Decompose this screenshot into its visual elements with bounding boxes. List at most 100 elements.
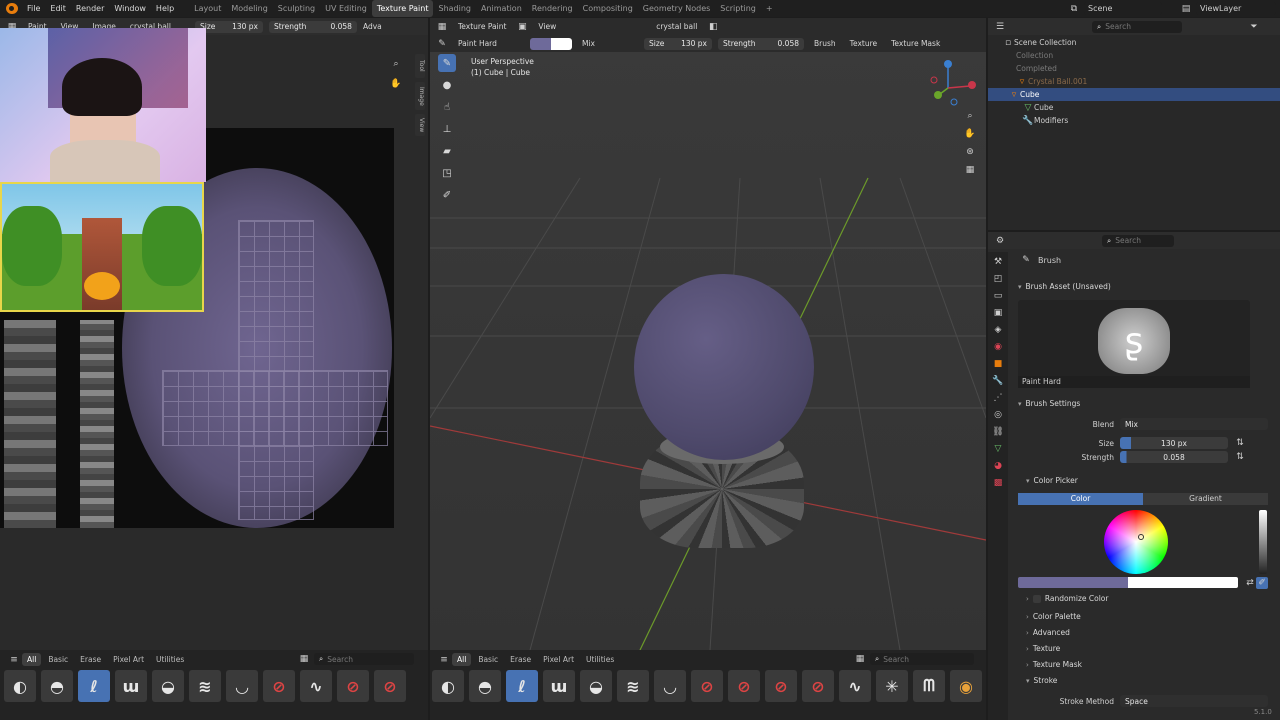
shading-icon[interactable]: ◧ (707, 21, 719, 33)
shelf-tab-all[interactable]: All (452, 653, 472, 666)
menu-render[interactable]: Render (71, 0, 109, 17)
brush-thumb[interactable]: ≋ (617, 670, 649, 702)
tab-compositing[interactable]: Compositing (578, 0, 638, 17)
outliner-row-cube-mesh[interactable]: ▽ Cube (988, 101, 1280, 114)
brush-thumb-erase[interactable]: ⊘ (691, 670, 723, 702)
color-palette-section[interactable]: › Color Palette (1026, 612, 1081, 621)
brush-settings-section[interactable]: ▾ Brush Settings (1018, 399, 1080, 408)
brush-thumb[interactable]: ✳ (876, 670, 908, 702)
strength-field[interactable]: Strength 0.058 (268, 20, 357, 33)
tab-rendering[interactable]: Rendering (527, 0, 578, 17)
outliner-row-modifiers[interactable]: 🔧 Modifiers (988, 114, 1280, 127)
material-tab-icon[interactable]: ◕ (992, 460, 1004, 472)
randomize-checkbox[interactable] (1032, 594, 1041, 603)
brush-thumb[interactable]: ᗰ (913, 670, 945, 702)
size-field[interactable]: Size 130 px (644, 37, 712, 50)
texture-menu[interactable]: Texture (846, 37, 881, 50)
clone-tool-icon[interactable]: ⊥ (438, 120, 456, 138)
sidebar-tab-view[interactable]: View (415, 114, 425, 136)
grid-view-icon[interactable]: ▦ (854, 653, 866, 665)
texture-mask-section[interactable]: › Texture Mask (1026, 660, 1082, 669)
menu-help[interactable]: Help (151, 0, 179, 17)
swap-colors-icon[interactable]: ⇄ (1244, 577, 1256, 589)
brush-name-dropdown[interactable]: Paint Hard (454, 37, 524, 50)
advanced-menu[interactable]: Adva (363, 22, 382, 31)
brush-thumb-active[interactable]: ℓ (506, 670, 538, 702)
color-picker-section[interactable]: ▾ Color Picker (1026, 476, 1078, 485)
editor-type-icon[interactable]: ▦ (436, 21, 448, 33)
outliner-type-icon[interactable]: ☰ (994, 21, 1006, 33)
paint-mask-icon[interactable]: ▣ (516, 21, 528, 33)
blender-logo-icon[interactable] (6, 3, 18, 14)
shelf-tab-basic[interactable]: Basic (43, 653, 73, 666)
shelf-tab-erase[interactable]: Erase (505, 653, 536, 666)
shelf-tab-basic[interactable]: Basic (473, 653, 503, 666)
brush-thumb[interactable]: ◉ (950, 670, 982, 702)
view-layer-selector[interactable]: ▤ ViewLayer (1180, 2, 1276, 15)
brush-thumb[interactable]: ◡ (226, 670, 258, 702)
sidebar-tab-image[interactable]: Image (415, 82, 425, 110)
3d-viewport[interactable]: ▦ Texture Paint ▣ View crystal ball ◧ ✎ … (430, 18, 986, 650)
shelf-tab-utilities[interactable]: Utilities (581, 653, 619, 666)
strength-slider[interactable]: 0.058 (1120, 451, 1228, 463)
zoom-icon[interactable]: ⌕ (964, 110, 976, 122)
render-tab-icon[interactable]: ◰ (992, 273, 1004, 285)
tab-scripting[interactable]: Scripting (715, 0, 761, 17)
tab-modeling[interactable]: Modeling (226, 0, 272, 17)
outliner-row-crystal-ball[interactable]: ▿ Crystal Ball.001 (988, 75, 1280, 88)
brush-thumb[interactable]: ◐ (432, 670, 464, 702)
stroke-section[interactable]: ▾ Stroke (1026, 676, 1057, 685)
view-layer-tab-icon[interactable]: ▣ (992, 307, 1004, 319)
menu-edit[interactable]: Edit (45, 0, 71, 17)
brush-thumb[interactable]: ◐ (4, 670, 36, 702)
scene-selector[interactable]: ⧉ Scene (1068, 2, 1162, 15)
brush-thumb-erase[interactable]: ⊘ (728, 670, 760, 702)
outliner-row-cube-selected[interactable]: ▿ Cube (988, 88, 1280, 101)
shelf-tab-pixel-art[interactable]: Pixel Art (108, 653, 149, 666)
grid-ortho-icon[interactable]: ▦ (964, 164, 976, 176)
pressure-icon[interactable]: ⇅ (1234, 451, 1246, 463)
tab-uv-editing[interactable]: UV Editing (320, 0, 372, 17)
shelf-tab-all[interactable]: All (22, 653, 42, 666)
color-tab[interactable]: Color (1018, 493, 1143, 505)
object-tab-icon[interactable]: ■ (992, 358, 1004, 370)
shelf-menu-icon[interactable]: ≡ (8, 654, 20, 666)
brush-thumb[interactable]: ∿ (839, 670, 871, 702)
menu-file[interactable]: File (22, 0, 45, 17)
paint-color-swatch[interactable] (530, 37, 572, 50)
strength-field[interactable]: Strength 0.058 (718, 37, 804, 50)
tool-tab-icon[interactable]: ⚒ (992, 256, 1004, 268)
shelf-tab-erase[interactable]: Erase (75, 653, 106, 666)
shelf-tab-utilities[interactable]: Utilities (151, 653, 189, 666)
pan-hand-icon[interactable]: ✋ (390, 78, 402, 90)
texture-tab-icon[interactable]: ▩ (992, 477, 1004, 489)
draw-tool-icon[interactable]: ✎ (438, 54, 456, 72)
shelf-menu-icon[interactable]: ≡ (438, 654, 450, 666)
brush-menu[interactable]: Brush (810, 37, 840, 50)
constraints-tab-icon[interactable]: ⛓ (992, 426, 1004, 438)
grid-view-icon[interactable]: ▦ (298, 653, 310, 665)
brush-thumb[interactable]: ɯ (115, 670, 147, 702)
brush-thumb[interactable]: ∿ (300, 670, 332, 702)
world-tab-icon[interactable]: ◉ (992, 341, 1004, 353)
tab-geometry-nodes[interactable]: Geometry Nodes (638, 0, 715, 17)
output-tab-icon[interactable]: ▭ (992, 290, 1004, 302)
particles-tab-icon[interactable]: ⋰ (992, 392, 1004, 404)
brush-thumb-erase[interactable]: ⊘ (337, 670, 369, 702)
add-workspace-button[interactable]: + (761, 0, 778, 17)
scene-tab-icon[interactable]: ◈ (992, 324, 1004, 336)
shelf-search-input[interactable]: ⌕ Search (870, 653, 974, 665)
blend-dropdown[interactable]: Mix (578, 37, 638, 50)
filter-icon[interactable]: ⏷ (1248, 21, 1260, 33)
texture-mask-menu[interactable]: Texture Mask (887, 37, 944, 50)
properties-type-icon[interactable]: ⚙ (994, 235, 1006, 247)
tab-sculpting[interactable]: Sculpting (273, 0, 320, 17)
smear-tool-icon[interactable]: ☝ (438, 98, 456, 116)
outliner-search-input[interactable]: ⌕ Search (1092, 20, 1182, 33)
brush-thumb[interactable]: ɯ (543, 670, 575, 702)
brush-thumb[interactable]: ≋ (189, 670, 221, 702)
eyedropper-icon[interactable]: ✐ (1256, 577, 1268, 589)
physics-tab-icon[interactable]: ◎ (992, 409, 1004, 421)
color-wheel-cursor[interactable] (1138, 534, 1144, 540)
brush-thumb-active[interactable]: ℓ (78, 670, 110, 702)
